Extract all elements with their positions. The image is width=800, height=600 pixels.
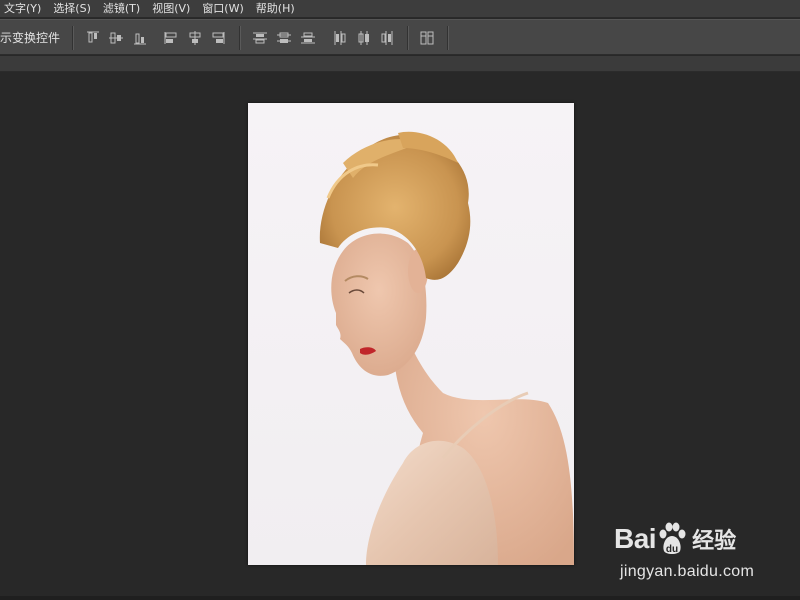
distribute-left-edges-icon: [334, 31, 346, 45]
distribute-horizontal-centers-icon: [358, 31, 369, 45]
options-bar: 示变换控件: [0, 19, 800, 55]
distribute-horizontal-centers-button[interactable]: [355, 29, 373, 47]
align-top-edges-button[interactable]: [84, 29, 102, 47]
align-left-edges-icon: [164, 32, 177, 44]
menu-filter[interactable]: 滤镜(T): [99, 0, 148, 18]
auto-align-layers-icon: [420, 31, 434, 45]
status-bar-edge: [0, 596, 800, 600]
watermark-brand-left: Bai: [614, 523, 657, 554]
align-vertical-centers-button[interactable]: [107, 29, 125, 47]
portrait-photo: [319, 131, 574, 565]
distribute-bottom-edges-button[interactable]: [299, 29, 317, 47]
toolbar-separator: [447, 26, 449, 50]
toolbar-separator: [239, 26, 241, 50]
auto-align-layers-button[interactable]: [418, 29, 436, 47]
menu-select[interactable]: 选择(S): [49, 0, 99, 18]
align-right-edges-button[interactable]: [209, 29, 227, 47]
align-horizontal-centers-button[interactable]: [186, 29, 204, 47]
toolbar-separator: [407, 26, 409, 50]
align-bottom-edges-icon: [134, 33, 146, 45]
menu-view[interactable]: 视图(V): [148, 0, 198, 18]
menu-bar: 文字(Y) 选择(S) 滤镜(T) 视图(V) 窗口(W) 帮助(H): [0, 0, 800, 18]
align-vertical-centers-icon: [109, 32, 123, 44]
align-right-edges-icon: [212, 32, 225, 44]
menu-type[interactable]: 文字(Y): [0, 0, 49, 18]
watermark-url: jingyan.baidu.com: [620, 563, 755, 580]
document-tab-strip: [0, 56, 800, 72]
watermark-brand-cn: 经验: [692, 529, 737, 554]
menu-window[interactable]: 窗口(W): [198, 0, 251, 18]
align-top-edges-icon: [87, 31, 99, 43]
paw-icon: du: [659, 522, 686, 555]
baidu-jingyan-watermark: Bai du 经验 jingyan.baidu.com: [612, 515, 792, 585]
distribute-vertical-centers-icon: [277, 32, 291, 43]
distribute-top-edges-icon: [253, 32, 267, 44]
show-transform-controls-label[interactable]: 示变换控件: [0, 20, 60, 56]
svg-text:du: du: [666, 544, 678, 555]
menu-help[interactable]: 帮助(H): [252, 0, 303, 18]
distribute-left-edges-button[interactable]: [331, 29, 349, 47]
align-bottom-edges-button[interactable]: [131, 29, 149, 47]
distribute-right-edges-button[interactable]: [378, 29, 396, 47]
document-canvas[interactable]: [248, 103, 574, 565]
baidu-logo: Bai du 经验: [614, 515, 736, 563]
toolbar-separator: [72, 26, 74, 50]
distribute-top-edges-button[interactable]: [251, 29, 269, 47]
distribute-bottom-edges-icon: [301, 32, 315, 44]
align-left-edges-button[interactable]: [162, 29, 180, 47]
distribute-vertical-centers-button[interactable]: [275, 29, 293, 47]
distribute-right-edges-icon: [381, 31, 393, 45]
align-horizontal-centers-icon: [189, 31, 201, 45]
